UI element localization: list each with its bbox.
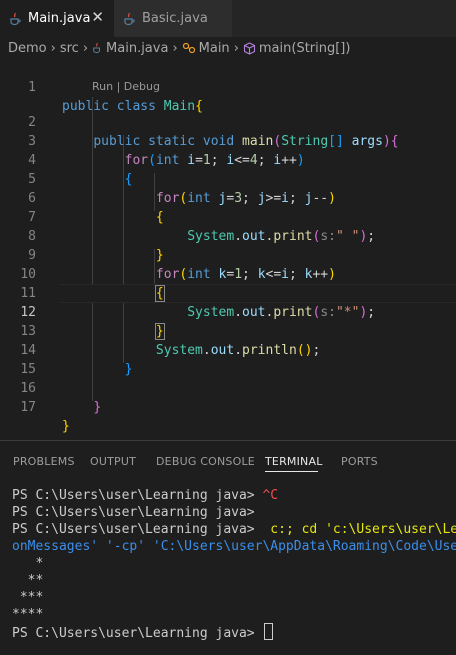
terminal-prompt: PS C:\Users\user\Learning java> [12, 522, 255, 537]
code-text: } [62, 419, 70, 434]
code-editor[interactable]: 1 public class Main{ Run | Debug 2 publi… [0, 59, 456, 439]
breadcrumb: Demo › src › Main.java › Main › main(Str… [0, 37, 456, 59]
terminal-text: ^C [254, 488, 279, 503]
java-file-icon [122, 12, 136, 26]
terminal-prompt: PS C:\Users\user\Learning java> [12, 505, 255, 520]
code-line: 16 } [0, 360, 456, 415]
breadcrumb-label: Main [198, 40, 230, 56]
breadcrumb-src[interactable]: src [60, 41, 79, 56]
terminal-text: *** [12, 590, 44, 605]
terminal-text: c:; cd 'c:\Users\user\Lea [254, 522, 456, 537]
java-file-icon [8, 12, 22, 26]
code-lens-run-debug[interactable]: Run | Debug [92, 79, 160, 95]
code-line: 8 } [0, 208, 456, 263]
terminal-text: ** [12, 573, 44, 588]
tab-debug-console[interactable]: DEBUG CONSOLE [156, 455, 255, 468]
tab-main-java[interactable]: Main.java ✕ [0, 0, 114, 37]
terminal-line: PS C:\Users\user\Learning java> ^C [12, 487, 278, 504]
breadcrumb-label: Main.java [106, 40, 169, 56]
tab-bar-empty-area [232, 0, 456, 37]
breadcrumb-method-main[interactable]: main(String[]) [243, 40, 351, 56]
terminal-text: * [12, 556, 44, 571]
breadcrumb-separator: › [50, 40, 56, 56]
java-file-icon [92, 42, 102, 54]
close-icon[interactable]: ✕ [91, 10, 104, 25]
terminal-line: * [12, 555, 43, 572]
line-number: 17 [20, 400, 36, 415]
breadcrumb-separator: › [82, 40, 89, 56]
terminal-line: PS C:\Users\user\Learning java> [12, 504, 255, 521]
code-line: 7 System.out.print(s:" "); [0, 189, 456, 244]
code-line: 11 System.out.print(s:"*"); [0, 265, 456, 320]
code-line: 5 for(int j=3; j>=i; j--) [0, 151, 456, 206]
terminal-line: PS C:\Users\user\Learning java> [12, 623, 274, 641]
code-line: 1 public class Main{ [0, 59, 456, 114]
tab-output[interactable]: OUTPUT [90, 455, 136, 468]
code-line-current: 12 } [0, 284, 456, 340]
terminal-prompt: PS C:\Users\user\Learning java> [12, 626, 255, 641]
tab-basic-java[interactable]: Basic.java [114, 0, 232, 37]
tab-label: Basic.java [142, 11, 208, 26]
code-line: 14 } [0, 322, 456, 377]
terminal-line: **** [12, 606, 43, 623]
code-line: 2 public static void main(String[] args)… [0, 94, 456, 149]
editor-tab-bar: Main.java ✕ Basic.java [0, 0, 456, 37]
class-symbol-icon [182, 42, 196, 54]
terminal-line: ** [12, 572, 44, 589]
terminal-line: onMessages' '-cp' 'C:\Users\user\AppData… [12, 538, 456, 555]
breadcrumb-separator: › [172, 40, 178, 56]
code-line: 9 for(int k=1; k<=i; k++) [0, 227, 456, 282]
tab-label: Main.java [28, 11, 91, 26]
code-line: 6 { [0, 170, 456, 225]
bottom-panel: PROBLEMS OUTPUT DEBUG CONSOLE TERMINAL P… [0, 440, 456, 655]
tab-problems[interactable]: PROBLEMS [13, 455, 75, 468]
terminal-text: onMessages' '-cp' 'C:\Users\user\AppData… [12, 539, 456, 554]
breadcrumb-label: main(String[]) [258, 40, 351, 56]
code-line: 15 [0, 341, 456, 377]
breadcrumb-demo[interactable]: Demo [8, 41, 47, 56]
terminal-prompt: PS C:\Users\user\Learning java> [12, 488, 255, 503]
active-tab-underline [265, 471, 318, 472]
method-cube-icon [243, 41, 256, 55]
breadcrumb-class-main[interactable]: Main [182, 41, 230, 56]
terminal-line: PS C:\Users\user\Learning java> c:; cd '… [12, 521, 456, 538]
breadcrumb-separator: › [233, 40, 239, 56]
code-line: 3 for(int i=1; i<=4; i++) [0, 113, 456, 168]
tab-terminal[interactable]: TERMINAL [265, 455, 323, 468]
breadcrumb-main-java[interactable]: Main.java [92, 41, 168, 56]
terminal-cursor [264, 623, 274, 640]
code-line: 4 { [0, 132, 456, 187]
terminal-text: **** [12, 607, 44, 622]
code-line: 10 { [0, 246, 456, 302]
code-text: } [93, 400, 102, 415]
tab-ports[interactable]: PORTS [341, 455, 378, 468]
code-line: 17 } [0, 379, 456, 434]
panel-tab-bar: PROBLEMS OUTPUT DEBUG CONSOLE TERMINAL P… [0, 441, 456, 481]
code-line: 13 System.out.println(); [0, 303, 456, 358]
terminal-line: *** [12, 589, 44, 606]
